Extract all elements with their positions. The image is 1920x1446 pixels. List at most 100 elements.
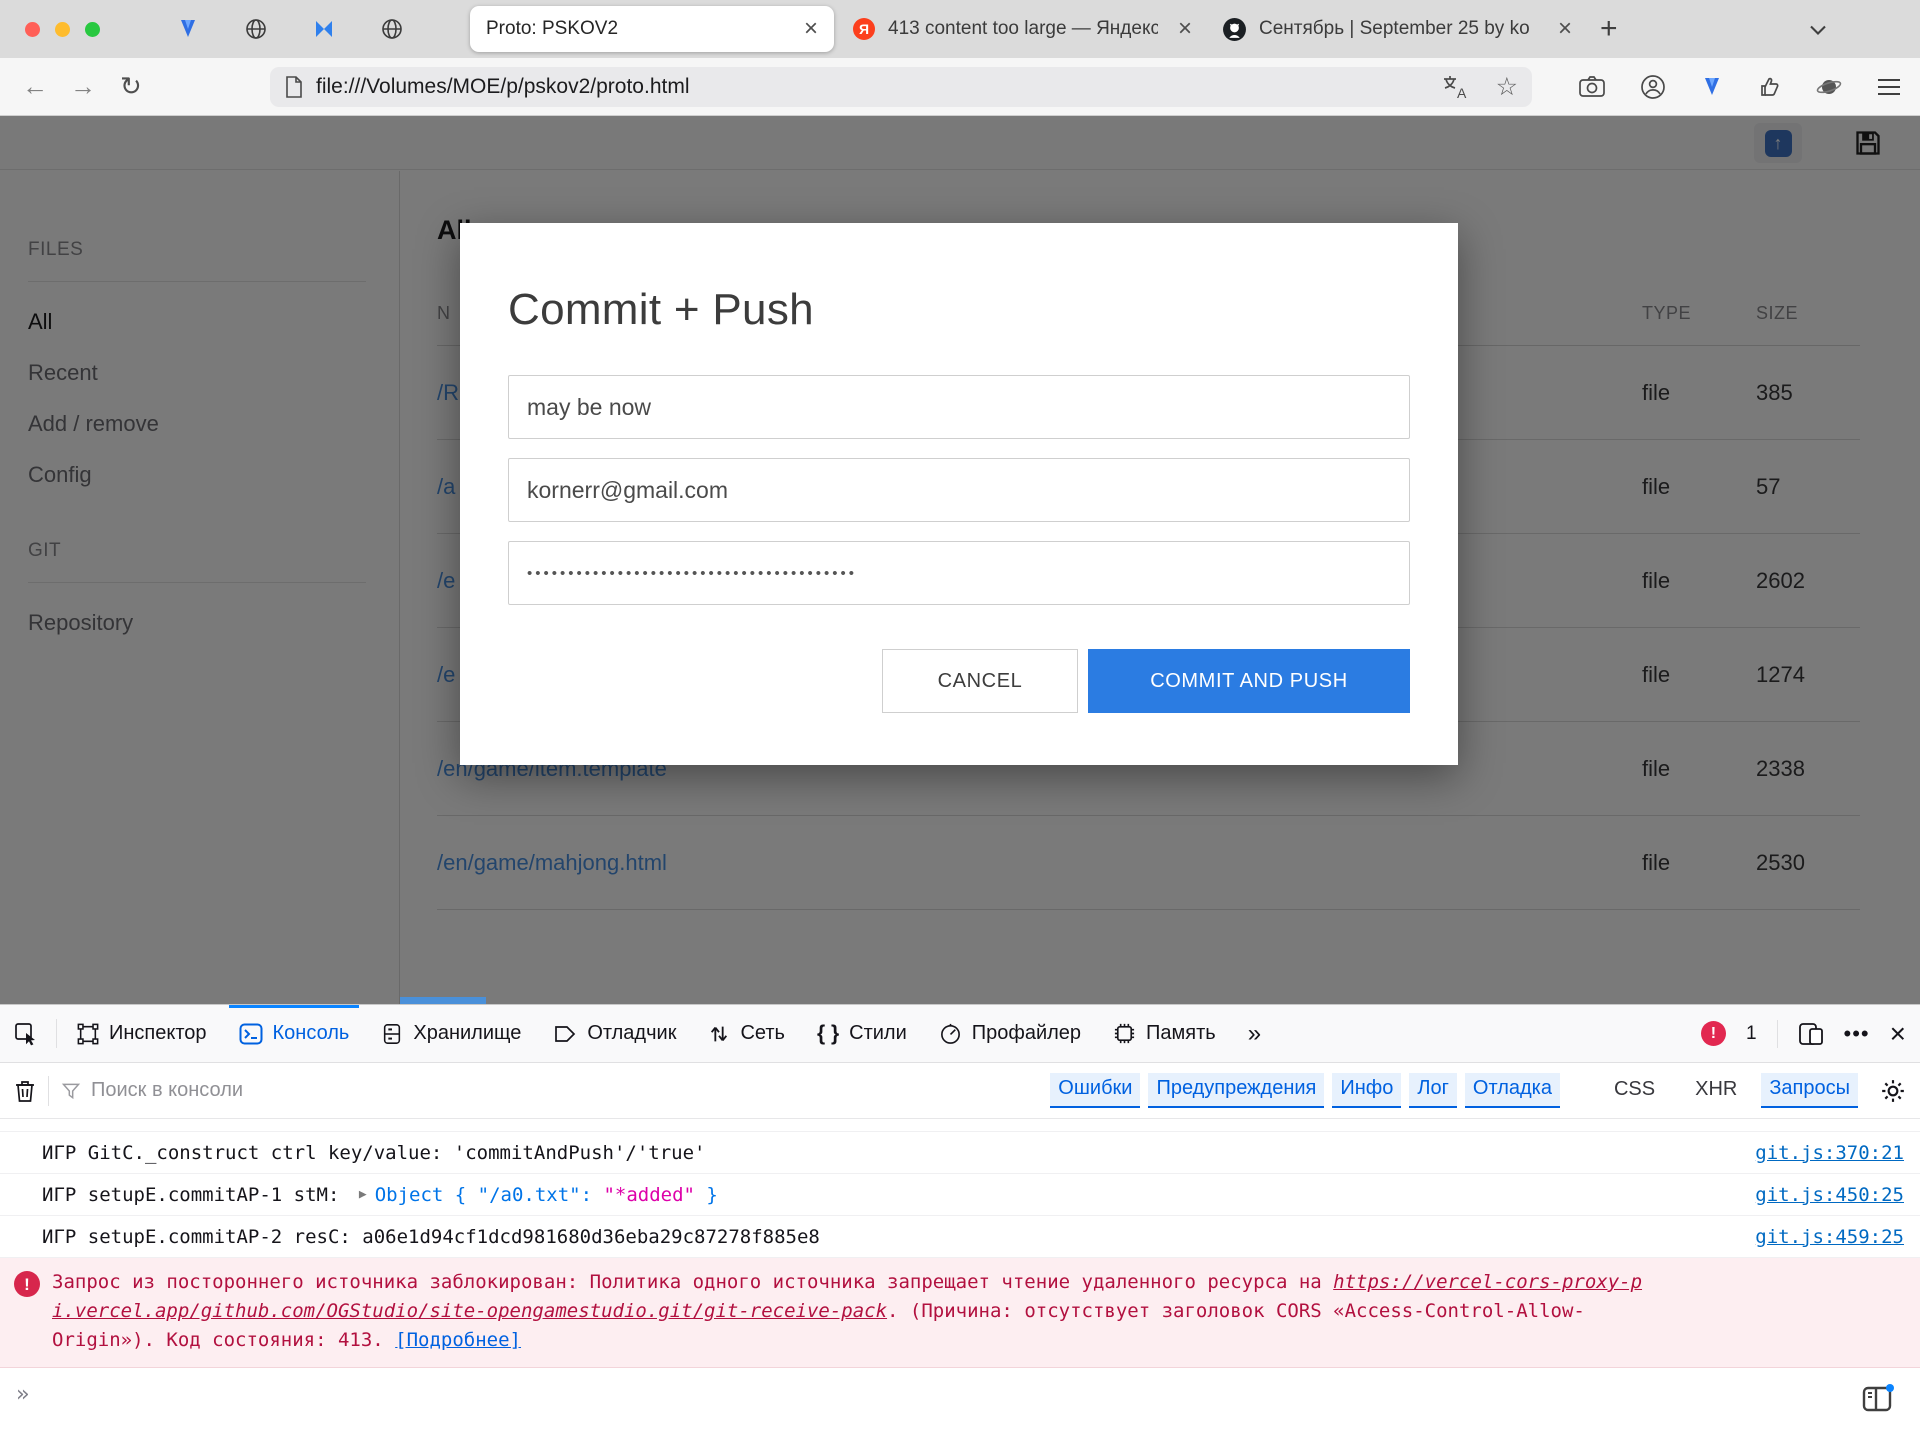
filter-css[interactable]: CSS xyxy=(1606,1074,1663,1107)
tab-close-icon[interactable]: × xyxy=(804,17,818,41)
planet-extension-icon[interactable] xyxy=(1816,75,1842,99)
tab-memory[interactable]: Память xyxy=(1097,1005,1232,1062)
pinned-tabs xyxy=(175,0,405,58)
console-output: ИГР GitC._construct ctrl key/value: 'com… xyxy=(0,1119,1920,1407)
close-window-button[interactable] xyxy=(25,22,40,37)
more-tools-chevrons[interactable]: » xyxy=(1232,1005,1277,1062)
github-favicon-icon xyxy=(1222,17,1247,42)
filter-funnel-icon xyxy=(61,1081,81,1101)
filter-requests[interactable]: Запросы xyxy=(1761,1073,1858,1108)
pin-extension-icon[interactable] xyxy=(1700,75,1724,99)
devtools-close-icon[interactable]: × xyxy=(1890,1020,1906,1048)
devtools-menu-dots[interactable]: ••• xyxy=(1844,1021,1870,1047)
tab-styles[interactable]: { } Стили xyxy=(801,1005,923,1062)
console-icon xyxy=(239,1023,263,1045)
error-url-link[interactable]: https://vercel-cors-proxy-p xyxy=(1333,1271,1642,1293)
source-link[interactable]: git.js:450:25 xyxy=(1755,1184,1920,1206)
screenshot-camera-icon[interactable] xyxy=(1578,75,1606,99)
tab-label: Отладчик xyxy=(587,1022,676,1045)
console-filter-chips: Ошибки Предупреждения Инфо Лог Отладка C… xyxy=(1050,1073,1906,1108)
yandex-favicon-icon: Я xyxy=(852,17,876,41)
translate-icon[interactable]: A xyxy=(1442,74,1470,100)
thumb-extension-icon[interactable] xyxy=(1758,75,1782,99)
object-preview[interactable]: Object { "/a0.txt": xyxy=(375,1184,604,1206)
element-picker-button[interactable] xyxy=(0,1005,52,1062)
source-link[interactable]: git.js:459:25 xyxy=(1755,1226,1920,1248)
commit-push-dialog: Commit + Push CANCEL COMMIT AND PUSH xyxy=(460,223,1458,765)
minimize-window-button[interactable] xyxy=(55,22,70,37)
tab-title: Proto: PSKOV2 xyxy=(486,18,618,40)
email-input[interactable] xyxy=(508,458,1410,522)
tab-label: Стили xyxy=(849,1022,907,1045)
tab-title: Сентябрь | September 25 by ko xyxy=(1259,18,1530,40)
filter-info[interactable]: Инфо xyxy=(1332,1073,1401,1108)
error-circle-icon: ! xyxy=(14,1271,40,1297)
divider xyxy=(48,1076,49,1106)
tab-close-icon[interactable]: × xyxy=(1558,17,1572,41)
filter-xhr[interactable]: XHR xyxy=(1687,1074,1745,1107)
url-bar[interactable]: file:///Volumes/MOE/p/pskov2/proto.html … xyxy=(270,67,1532,107)
tab-label: Хранилище xyxy=(413,1022,521,1045)
globe-tab-icon-2[interactable] xyxy=(379,16,405,42)
responsive-design-icon[interactable] xyxy=(1798,1022,1824,1046)
expand-triangle-icon[interactable]: ▶ xyxy=(359,1187,367,1202)
error-url-link[interactable]: i.vercel.app/github.com/OGStudio/site-op… xyxy=(52,1300,887,1322)
cancel-button[interactable]: CANCEL xyxy=(882,649,1078,713)
tab-label: Профайлер xyxy=(972,1022,1081,1045)
console-log-row: ИГР setupE.commitAP-1 stM: ▶ Object { "/… xyxy=(0,1174,1920,1216)
horizontal-scrollbar-thumb[interactable] xyxy=(400,997,486,1004)
commit-and-push-button[interactable]: COMMIT AND PUSH xyxy=(1088,649,1410,713)
debugger-icon xyxy=(553,1023,577,1045)
tab-profiler[interactable]: Профайлер xyxy=(923,1005,1097,1062)
new-tab-button[interactable]: + xyxy=(1600,12,1618,46)
tab-network[interactable]: Сеть xyxy=(692,1005,800,1062)
filter-debug[interactable]: Отладка xyxy=(1465,1073,1560,1108)
back-button[interactable]: ← xyxy=(22,71,48,102)
forward-button[interactable]: → xyxy=(70,71,96,102)
console-search-placeholder[interactable]: Поиск в консоли xyxy=(91,1079,243,1102)
navbar-actions xyxy=(1578,58,1902,116)
tab-inspector[interactable]: Инспектор xyxy=(61,1005,223,1062)
source-link[interactable]: git.js:370:21 xyxy=(1755,1142,1920,1164)
clear-console-trash-icon[interactable] xyxy=(14,1079,36,1103)
tab-close-icon[interactable]: × xyxy=(1178,17,1192,41)
network-arrows-icon xyxy=(708,1023,730,1045)
profiler-icon xyxy=(939,1022,962,1045)
tab-overflow-chevron-icon[interactable] xyxy=(1804,16,1832,44)
password-input[interactable] xyxy=(508,541,1410,605)
console-prompt-chevrons[interactable]: » xyxy=(0,1368,1920,1407)
tab-debugger[interactable]: Отладчик xyxy=(537,1005,692,1062)
menu-hamburger-icon[interactable] xyxy=(1876,76,1902,98)
reload-button[interactable]: ↻ xyxy=(120,71,142,102)
url-text[interactable]: file:///Volumes/MOE/p/pskov2/proto.html xyxy=(316,75,1442,99)
split-console-icon[interactable] xyxy=(1862,1384,1894,1412)
pin-logo-icon[interactable] xyxy=(175,16,201,42)
learn-more-link[interactable]: [Подробнее] xyxy=(395,1329,521,1351)
bowtie-logo-icon[interactable] xyxy=(311,16,337,42)
zoom-window-button[interactable] xyxy=(85,22,100,37)
log-message: ИГР setupE.commitAP-2 resC: a06e1d94cf1d… xyxy=(42,1226,820,1248)
globe-tab-icon[interactable] xyxy=(243,16,269,42)
divider xyxy=(56,1019,57,1048)
filter-warnings[interactable]: Предупреждения xyxy=(1148,1073,1324,1108)
filter-log[interactable]: Лог xyxy=(1409,1073,1457,1108)
tab-proto-pskov2[interactable]: Proto: PSKOV2 × xyxy=(470,6,834,52)
svg-text:Я: Я xyxy=(859,21,869,37)
error-badge-icon[interactable]: ! xyxy=(1701,1021,1726,1046)
tab-storage[interactable]: Хранилище xyxy=(365,1005,537,1062)
tab-label: Консоль xyxy=(273,1022,350,1045)
console-log-row: ИГР GitC._construct ctrl key/value: 'com… xyxy=(0,1132,1920,1174)
console-settings-gear-icon[interactable] xyxy=(1880,1078,1906,1104)
bookmark-star-icon[interactable]: ☆ xyxy=(1496,72,1518,102)
account-icon[interactable] xyxy=(1640,74,1666,100)
braces-icon: { } xyxy=(817,1022,839,1046)
clipped-console-row xyxy=(0,1119,1920,1132)
commit-message-input[interactable] xyxy=(508,375,1410,439)
navigation-bar: ← → ↻ file:///Volumes/MOE/p/pskov2/proto… xyxy=(0,58,1920,116)
tab-september[interactable]: Сентябрь | September 25 by ko × xyxy=(1222,6,1572,52)
tab-label: Память xyxy=(1146,1022,1216,1045)
filter-errors[interactable]: Ошибки xyxy=(1050,1073,1140,1108)
tab-413-yandex[interactable]: Я 413 content too large — Яндекс × xyxy=(852,6,1192,52)
tab-console[interactable]: Консоль xyxy=(223,1005,366,1062)
inspector-icon xyxy=(77,1023,99,1045)
